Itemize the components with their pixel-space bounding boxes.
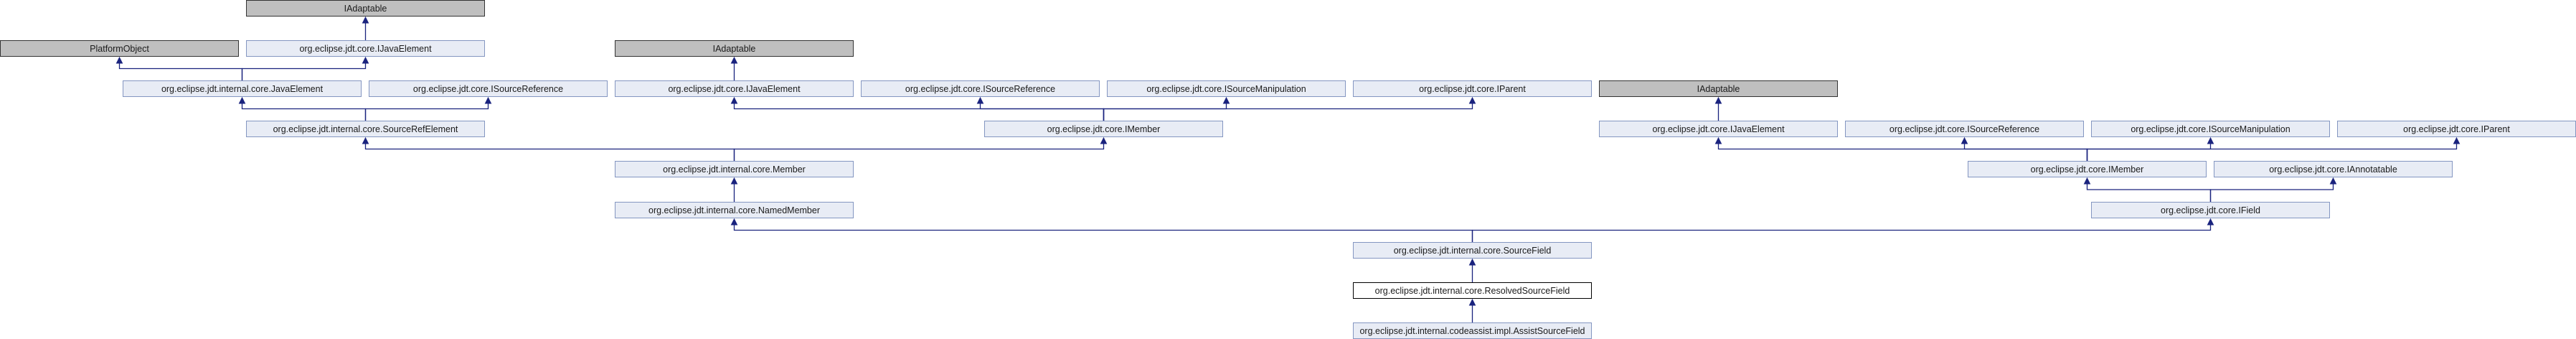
node-sourcerefelement[interactable]: org.eclipse.jdt.internal.core.SourceRefE… [246,121,485,137]
inheritance-edge [118,62,243,80]
node-iparent[interactable]: org.eclipse.jdt.core.IParent [2337,121,2576,137]
class-hierarchy-diagram: IAdaptable PlatformObject org.eclipse.jd… [0,0,2576,339]
inheritance-edge [241,62,367,80]
inheritance-edge [979,103,1105,121]
node-isourcereference[interactable]: org.eclipse.jdt.core.ISourceReference [1845,121,2084,137]
node-isourcereference[interactable]: org.eclipse.jdt.core.ISourceReference [861,80,1100,97]
inheritance-edge [2086,143,2212,161]
inheritance-arrowhead [730,177,738,185]
inheritance-arrowhead [1468,96,1476,104]
inheritance-edge [733,224,1473,242]
node-isourcemanipulation[interactable]: org.eclipse.jdt.core.ISourceManipulation [1107,80,1346,97]
inheritance-arrowhead [1714,96,1722,104]
inheritance-edge [241,103,367,121]
inheritance-arrowhead [1961,136,1968,144]
inheritance-edge [364,103,489,121]
inheritance-arrowhead [1468,258,1476,266]
inheritance-arrowhead [2207,136,2214,144]
inheritance-edge [364,143,735,161]
inheritance-arrowhead [1468,298,1476,306]
inheritance-edge [2086,183,2212,202]
inheritance-edge [2209,183,2334,202]
inheritance-edge [1103,103,1473,121]
node-iadaptable[interactable]: IAdaptable [246,0,485,17]
inheritance-arrowhead [362,56,369,64]
node-imember[interactable]: org.eclipse.jdt.core.IMember [984,121,1223,137]
inheritance-edge [1103,103,1227,121]
inheritance-arrowhead [730,218,738,226]
inheritance-arrowhead [362,136,369,144]
inheritance-arrowhead [2329,177,2337,185]
node-ijavaelement[interactable]: org.eclipse.jdt.core.IJavaElement [246,40,485,57]
node-platformobject[interactable]: PlatformObject [0,40,239,57]
inheritance-arrowhead [238,96,246,104]
node-ijavaelement[interactable]: org.eclipse.jdt.core.IJavaElement [615,80,854,97]
node-ifield[interactable]: org.eclipse.jdt.core.IField [2091,202,2330,218]
inheritance-arrowhead [1714,136,1722,144]
inheritance-arrowhead [115,56,123,64]
inheritance-arrowhead [1100,136,1108,144]
node-namedmember[interactable]: org.eclipse.jdt.internal.core.NamedMembe… [615,202,854,218]
node-iparent[interactable]: org.eclipse.jdt.core.IParent [1353,80,1592,97]
node-javaelement[interactable]: org.eclipse.jdt.internal.core.JavaElemen… [123,80,362,97]
inheritance-arrowhead [2207,218,2214,226]
inheritance-arrowhead [2453,136,2461,144]
inheritance-edge [733,143,1105,161]
node-imember[interactable]: org.eclipse.jdt.core.IMember [1968,161,2207,177]
inheritance-arrowhead [2083,177,2091,185]
inheritance-edge [1963,143,2088,161]
node-iadaptable[interactable]: IAdaptable [1599,80,1838,97]
node-isourcemanipulation[interactable]: org.eclipse.jdt.core.ISourceManipulation [2091,121,2330,137]
inheritance-edge [733,103,1105,121]
node-ijavaelement[interactable]: org.eclipse.jdt.core.IJavaElement [1599,121,1838,137]
node-iadaptable[interactable]: IAdaptable [615,40,854,57]
node-member[interactable]: org.eclipse.jdt.internal.core.Member [615,161,854,177]
node-isourcereference[interactable]: org.eclipse.jdt.core.ISourceReference [369,80,608,97]
inheritance-arrowhead [730,56,738,64]
inheritance-arrowhead [730,96,738,104]
inheritance-edge [1471,224,2212,242]
inheritance-arrowhead [1222,96,1230,104]
node-sourcefield[interactable]: org.eclipse.jdt.internal.core.SourceFiel… [1353,242,1592,259]
inheritance-arrowhead [362,16,369,24]
node-iannotatable[interactable]: org.eclipse.jdt.core.IAnnotatable [2214,161,2453,177]
inheritance-arrowhead [484,96,492,104]
inheritance-edge [1717,143,2088,161]
inheritance-edge [2086,143,2458,161]
node-assistsourcefield[interactable]: org.eclipse.jdt.internal.codeassist.impl… [1353,322,1592,339]
inheritance-arrowhead [976,96,984,104]
node-resolvedsourcefield[interactable]: org.eclipse.jdt.internal.core.ResolvedSo… [1353,282,1592,299]
